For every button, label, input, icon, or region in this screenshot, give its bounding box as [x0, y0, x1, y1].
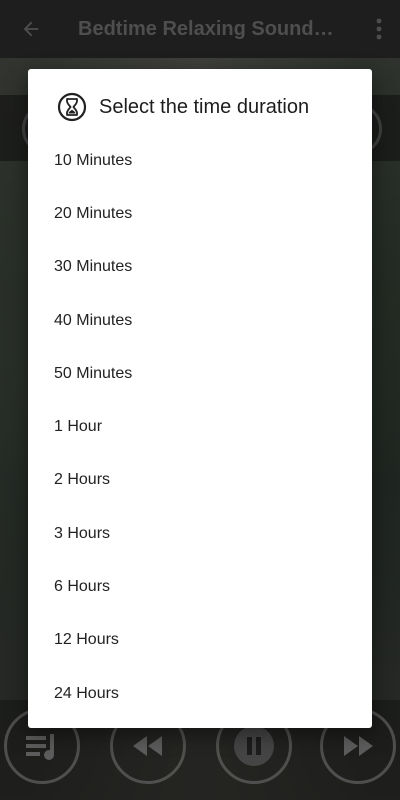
option-24-hours[interactable]: 24 Hours: [28, 667, 372, 720]
time-duration-dialog: Select the time duration 10 Minutes 20 M…: [28, 69, 372, 728]
hourglass-icon: [57, 92, 87, 122]
option-20-minutes[interactable]: 20 Minutes: [28, 187, 372, 240]
option-10-minutes[interactable]: 10 Minutes: [28, 134, 372, 187]
option-40-minutes[interactable]: 40 Minutes: [28, 294, 372, 347]
option-3-hours[interactable]: 3 Hours: [28, 507, 372, 560]
duration-option-list: 10 Minutes 20 Minutes 30 Minutes 40 Minu…: [28, 134, 372, 720]
option-30-minutes[interactable]: 30 Minutes: [28, 241, 372, 294]
option-50-minutes[interactable]: 50 Minutes: [28, 347, 372, 400]
option-1-hour[interactable]: 1 Hour: [28, 400, 372, 453]
dialog-title: Select the time duration: [99, 95, 310, 118]
option-6-hours[interactable]: 6 Hours: [28, 560, 372, 613]
option-12-hours[interactable]: 12 Hours: [28, 614, 372, 667]
option-2-hours[interactable]: 2 Hours: [28, 454, 372, 507]
